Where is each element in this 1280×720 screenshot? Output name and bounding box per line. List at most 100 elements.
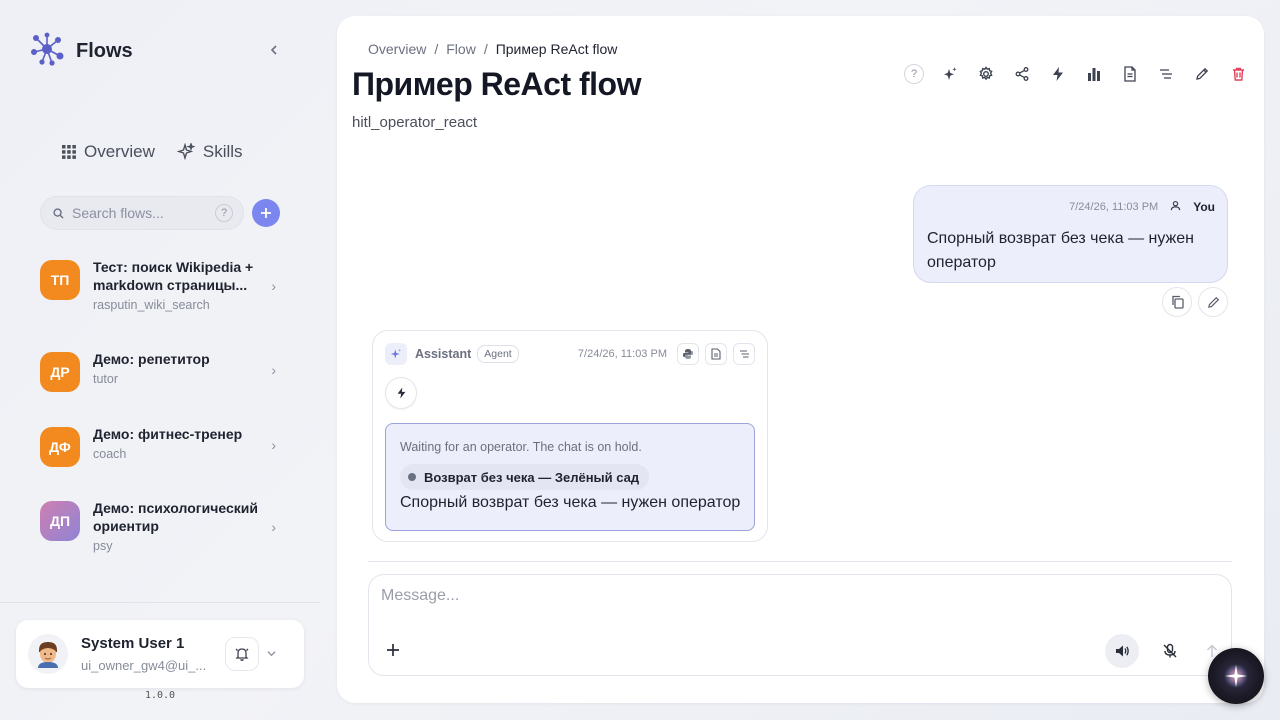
message-timestamp: 7/24/26, 11:03 PM <box>577 348 667 360</box>
share-icon[interactable] <box>1012 64 1032 84</box>
operator-handoff-card: Waiting for an operator. The chat is on … <box>385 423 755 531</box>
sparkles-icon <box>176 143 195 161</box>
flow-item[interactable]: ДФ Демо: фитнес-тренер coach › <box>40 425 290 467</box>
app-version: 1.0.0 <box>144 690 176 701</box>
breadcrumb-separator: / <box>434 41 439 57</box>
message-author: You <box>1193 200 1215 214</box>
nav-tab-overview[interactable]: Overview <box>62 142 155 162</box>
user-name: System User 1 <box>81 635 185 652</box>
magic-icon[interactable] <box>940 64 960 84</box>
message-text: Спорный возврат без чека — нужен операто… <box>927 230 1194 271</box>
document-icon[interactable] <box>705 343 727 365</box>
notifications-button[interactable] <box>225 637 259 671</box>
plus-icon <box>261 208 271 218</box>
status-dot-icon <box>408 473 416 481</box>
flow-name: Тест: поиск Wikipedia + markdown страниц… <box>93 259 254 293</box>
assistant-name: Assistant <box>415 347 472 361</box>
divider <box>0 602 320 603</box>
document-icon[interactable] <box>1120 64 1140 84</box>
settings-icon[interactable] <box>976 64 996 84</box>
flow-item[interactable]: ДП Демо: психологический ориентир psy › <box>40 499 290 553</box>
flow-slug: psy <box>93 539 113 553</box>
flow-avatar: ДФ <box>40 427 80 467</box>
list-icon[interactable] <box>1156 64 1176 84</box>
flow-name: Демо: психологический ориентир <box>93 500 258 534</box>
chevron-left-icon <box>270 45 277 55</box>
tool-call-button[interactable] <box>385 377 417 409</box>
message-input[interactable] <box>381 587 1211 605</box>
breadcrumb: Overview / Flow / Пример ReAct flow <box>368 41 617 57</box>
flow-slug: rasputin_wiki_search <box>93 298 210 312</box>
flow-avatar: ДР <box>40 352 80 392</box>
user-menu-chevron-icon[interactable] <box>267 647 276 661</box>
bell-icon <box>235 648 249 661</box>
edit-icon[interactable] <box>1192 64 1212 84</box>
flow-slug: tutor <box>93 372 119 386</box>
brand[interactable]: Flows <box>28 30 133 73</box>
sidebar: Flows Overview Skills ? ТП <box>0 0 320 720</box>
user-icon <box>1170 200 1181 214</box>
flow-name: Демо: репетитор <box>93 351 210 367</box>
lightning-icon[interactable] <box>1048 64 1068 84</box>
case-chip: Возврат без чека — Зелёный сад <box>400 464 650 490</box>
nav-tab-label: Skills <box>202 142 243 161</box>
grid-icon <box>62 145 76 159</box>
agent-badge: Agent <box>477 345 519 363</box>
python-icon[interactable] <box>677 343 699 365</box>
sidebar-nav: Overview Skills <box>62 142 243 162</box>
user-email: ui_owner_gw4@ui_... <box>81 658 207 673</box>
assistant-orb-button[interactable] <box>1208 648 1264 704</box>
chevron-right-icon: › <box>271 278 276 294</box>
flow-avatar: ТП <box>40 260 80 300</box>
flow-item[interactable]: ДР Демо: репетитор tutor › <box>40 350 290 392</box>
plus-icon <box>387 644 399 656</box>
breadcrumb-overview[interactable]: Overview <box>368 41 426 57</box>
page-subtitle: hitl_operator_react <box>352 114 478 131</box>
user-message: 7/24/26, 11:03 PM You Спорный возврат бе… <box>913 185 1228 283</box>
handoff-text: Спорный возврат без чека — нужен операто… <box>400 494 741 511</box>
speaker-toggle-button[interactable] <box>1105 634 1139 668</box>
lightning-icon <box>397 387 405 399</box>
sparkle-orb-icon <box>1224 664 1248 688</box>
avatar[interactable] <box>28 634 68 674</box>
flow-toolbar: ? <box>904 64 1248 84</box>
chart-icon[interactable] <box>1084 64 1104 84</box>
search-box: ? <box>40 196 244 230</box>
search-input[interactable] <box>72 205 202 221</box>
message-actions <box>1162 287 1228 317</box>
search-help-icon[interactable]: ? <box>215 204 233 222</box>
list-icon[interactable] <box>733 343 755 365</box>
pencil-icon <box>1207 296 1219 308</box>
mic-off-icon <box>1163 643 1177 658</box>
message-composer <box>368 574 1232 676</box>
collapse-sidebar-button[interactable] <box>264 40 284 60</box>
breadcrumb-flow[interactable]: Flow <box>446 41 476 57</box>
logo-icon <box>28 30 66 73</box>
flow-name: Демо: фитнес-тренер <box>93 426 243 442</box>
search-icon <box>53 207 64 219</box>
message-timestamp: 7/24/26, 11:03 PM <box>1069 201 1159 213</box>
assistant-sparkle-icon <box>385 343 407 365</box>
app-title: Flows <box>76 40 133 62</box>
edit-message-button[interactable] <box>1198 287 1228 317</box>
assistant-message: Assistant Agent 7/24/26, 11:03 PM Waitin… <box>372 330 768 542</box>
speaker-icon <box>1116 645 1129 657</box>
user-card: System User 1 ui_owner_gw4@ui_... <box>16 620 304 688</box>
user-avatar-icon <box>38 642 58 668</box>
flow-slug: coach <box>93 447 127 461</box>
main-panel: Overview / Flow / Пример ReAct flow Прим… <box>337 16 1264 703</box>
trash-icon[interactable] <box>1228 64 1248 84</box>
attach-button[interactable] <box>383 640 403 660</box>
flow-item[interactable]: ТП Тест: поиск Wikipedia + markdown стра… <box>40 258 290 312</box>
add-flow-button[interactable] <box>252 199 280 227</box>
chevron-right-icon: › <box>271 437 276 453</box>
chevron-right-icon: › <box>271 519 276 535</box>
divider <box>368 561 1232 562</box>
nav-tab-skills[interactable]: Skills <box>176 142 243 162</box>
hold-notice: Waiting for an operator. The chat is on … <box>400 440 642 454</box>
help-icon[interactable]: ? <box>904 64 924 84</box>
flow-avatar: ДП <box>40 501 80 541</box>
microphone-button[interactable] <box>1153 634 1187 668</box>
nav-tab-label: Overview <box>84 142 155 161</box>
copy-button[interactable] <box>1162 287 1192 317</box>
